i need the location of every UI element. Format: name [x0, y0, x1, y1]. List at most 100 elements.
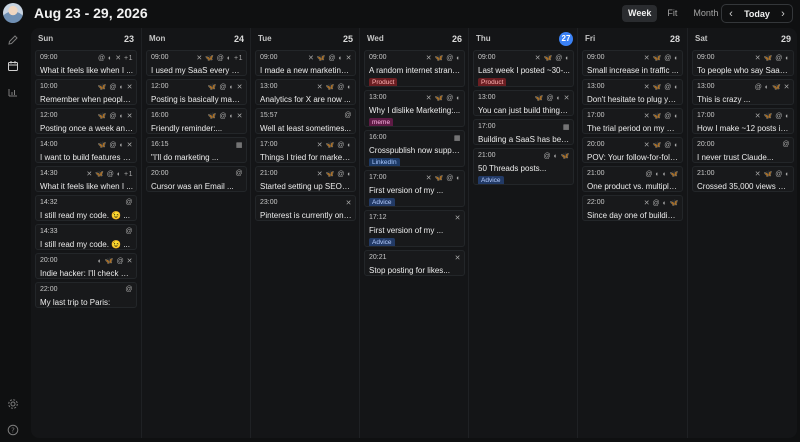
next-week-icon[interactable]: › — [778, 8, 788, 20]
prev-week-icon[interactable]: ‹ — [726, 8, 736, 20]
post-preview-text: Crossed 35,000 views on ... — [697, 182, 790, 191]
calendar-icon[interactable] — [7, 60, 19, 72]
week-calendar: Sun 23 09:00 @ ◐ ✕ +1 What it feels like whe… — [31, 28, 797, 438]
platform-icons: ✕ 🦋 @ ◐ — [643, 113, 679, 120]
platform-icons: @ — [125, 199, 133, 206]
post-card[interactable]: 17:00 ▦ Building a SaaS has been ... — [473, 119, 574, 145]
post-card[interactable]: 12:00 🦋 @ ◐ ✕ Posting once a week and ... — [35, 108, 137, 134]
post-card[interactable]: 13:00 🦋 @ ◐ ✕ You can just build things... — [473, 90, 574, 116]
day-name: Sun — [38, 34, 54, 43]
post-card[interactable]: 16:00 ▦ Crosspublish now support... LinkedI… — [364, 130, 465, 167]
post-card[interactable]: 22:00 ✕ @ ◐ 🦋 Since day one of building ..… — [582, 195, 683, 221]
post-card[interactable]: 20:00 ✕ 🦋 @ ◐ POV: Your follow-for-follo..… — [582, 137, 683, 163]
platform-icons: @ — [125, 228, 133, 235]
post-card[interactable]: 14:32 @ I still read my code. 😉 ... — [35, 195, 137, 221]
post-time: 13:00 — [478, 94, 496, 101]
post-preview-text: I made a new marketing ... — [260, 66, 352, 75]
post-card[interactable]: 09:00 @ ◐ ✕ +1 What it feels like when I .… — [35, 50, 137, 76]
post-card[interactable]: 09:00 ✕ 🦋 @ ◐ Last week I posted ~30-... Pr… — [473, 50, 574, 87]
post-preview-text: Crosspublish now support... — [369, 146, 461, 155]
post-card[interactable]: 17:12 ✕ First version of my ... Advice — [364, 210, 465, 247]
post-card[interactable]: 09:00 ✕ 🦋 @ ◐ To people who say SaaS is... — [692, 50, 794, 76]
post-preview-text: I never trust Claude... — [697, 153, 774, 162]
settings-icon[interactable] — [7, 398, 19, 410]
post-preview-text: The trial period on my SaaS... — [587, 124, 679, 133]
post-card[interactable]: 09:00 ✕ 🦋 @ ◐ ✕ I made a new marketing ... — [255, 50, 356, 76]
post-tag: Advice — [369, 238, 395, 246]
post-card[interactable]: 20:00 @ Cursor was an Email ... — [146, 166, 247, 192]
day-name: Sat — [695, 34, 708, 43]
analytics-icon[interactable] — [7, 86, 19, 98]
post-time: 14:33 — [40, 228, 58, 235]
day-header: Mon 24 — [142, 34, 250, 46]
post-card[interactable]: 14:00 🦋 @ ◐ ✕ I want to build features all… — [35, 137, 137, 163]
post-card[interactable]: 22:00 @ My last trip to Paris: — [35, 282, 137, 308]
post-time: 09:00 — [478, 54, 496, 61]
post-card[interactable]: 16:00 🦋 @ ◐ ✕ Friendly reminder:... — [146, 108, 247, 134]
post-preview-text: What it feels like when I ... — [40, 182, 133, 191]
post-card[interactable]: 23:00 ✕ Pinterest is currently on ... — [255, 195, 356, 221]
post-card[interactable]: 09:00 ✕ 🦋 @ ◐ Small increase in traffic ..… — [582, 50, 683, 76]
platform-icons: @ ◐ 🦋 — [543, 153, 570, 160]
post-card[interactable]: 14:30 ✕ 🦋 @ ◐ +1 What it feels like when I… — [35, 166, 137, 192]
post-card[interactable]: 20:00 @ I never trust Claude... — [692, 137, 794, 163]
platform-icons: ✕ 🦋 @ ◐ — [643, 142, 679, 149]
edit-icon[interactable] — [7, 34, 19, 46]
day-column-wed: Wed 26 09:00 ✕ 🦋 @ ◐ A random internet stran… — [359, 28, 468, 438]
post-card[interactable]: 17:00 ✕ 🦋 @ ◐ First version of my ... Advic… — [364, 170, 465, 207]
post-card[interactable]: 20:21 ✕ Stop posting for likes... — [364, 250, 465, 276]
post-card[interactable]: 13:00 @ ◐ 🦋 ✕ This is crazy ... — [692, 79, 794, 105]
post-card[interactable]: 13:00 ✕ 🦋 @ ◐ Don't hesitate to plug your.… — [582, 79, 683, 105]
post-card[interactable]: 15:57 @ Well at least sometimes... — [255, 108, 356, 134]
post-card[interactable]: 13:00 ✕ 🦋 @ ◐ Why I dislike Marketing:... m… — [364, 90, 465, 127]
post-card[interactable]: 09:00 ✕ 🦋 @ ◐ A random internet strange...… — [364, 50, 465, 87]
post-time: 09:00 — [369, 54, 387, 61]
post-card[interactable]: 12:00 🦋 @ ◐ ✕ Posting is basically makin..… — [146, 79, 247, 105]
post-card[interactable]: 17:00 ✕ 🦋 @ ◐ The trial period on my SaaS.… — [582, 108, 683, 134]
post-time: 09:00 — [587, 54, 605, 61]
view-month-button[interactable]: Month — [687, 5, 724, 22]
post-time: 21:00 — [260, 170, 278, 177]
post-card[interactable]: 20:00 ◐ 🦋 @ ✕ Indie hacker: I'll check wit… — [35, 253, 137, 279]
day-number: 28 — [669, 34, 680, 44]
post-preview-text: First version of my ... — [369, 226, 444, 235]
platform-icons: @ — [235, 170, 243, 177]
platform-icons: @ — [125, 286, 133, 293]
post-card[interactable]: 09:00 ✕ 🦋 @ ◐ +1 I used my SaaS every day … — [146, 50, 247, 76]
post-card[interactable]: 21:00 ✕ 🦋 @ ◐ Crossed 35,000 views on ... — [692, 166, 794, 192]
day-column-sun: Sun 23 09:00 @ ◐ ✕ +1 What it feels like whe… — [31, 28, 140, 438]
post-time: 13:00 — [587, 83, 605, 90]
post-card[interactable]: 14:33 @ I still read my code. 😉 ... — [35, 224, 137, 250]
day-column-thu: Thu 27 09:00 ✕ 🦋 @ ◐ Last week I posted ~30-… — [468, 28, 577, 438]
post-time: 14:00 — [40, 141, 58, 148]
avatar[interactable] — [3, 3, 23, 23]
platform-icons: ✕ 🦋 @ ◐ +1 — [196, 55, 243, 62]
post-time: 21:00 — [697, 170, 715, 177]
post-card[interactable]: 21:00 @ ◐ ◐ 🦋 One product vs. multiple, ..… — [582, 166, 683, 192]
platform-icons: ✕ 🦋 @ ◐ — [643, 55, 679, 62]
post-time: 21:00 — [587, 170, 605, 177]
post-card[interactable]: 10:00 🦋 @ ◐ ✕ Remember when people ... — [35, 79, 137, 105]
platform-icons: ✕ 🦋 @ ◐ — [316, 84, 352, 91]
post-card[interactable]: 21:00 @ ◐ 🦋 50 Threads posts... Advice — [473, 148, 574, 185]
platform-icons: ▦ — [235, 142, 243, 149]
help-icon[interactable]: ? — [7, 424, 19, 436]
view-fit-button[interactable]: Fit — [661, 5, 683, 22]
day-column-tue: Tue 25 09:00 ✕ 🦋 @ ◐ ✕ I made a new marketin… — [250, 28, 359, 438]
post-time: 23:00 — [260, 199, 278, 206]
post-time: 17:00 — [260, 141, 278, 148]
post-time: 15:57 — [260, 112, 278, 119]
post-time: 14:30 — [40, 170, 58, 177]
platform-icons: 🦋 @ ◐ ✕ — [207, 84, 243, 91]
post-card[interactable]: 16:15 ▦ "I'll do marketing ... — [146, 137, 247, 163]
post-card[interactable]: 17:00 ✕ 🦋 @ ◐ Things I tried for marketin.… — [255, 137, 356, 163]
today-button[interactable]: Today — [744, 9, 770, 19]
view-week-button[interactable]: Week — [622, 5, 658, 22]
post-time: 20:21 — [369, 254, 387, 261]
post-card[interactable]: 13:00 ✕ 🦋 @ ◐ Analytics for X are now ... — [255, 79, 356, 105]
post-time: 09:00 — [697, 54, 715, 61]
platform-icons: ✕ 🦋 @ ◐ — [316, 142, 352, 149]
post-card[interactable]: 17:00 ✕ 🦋 @ ◐ How I make ~12 posts in 1... — [692, 108, 794, 134]
post-card[interactable]: 21:00 ✕ 🦋 @ ◐ Started setting up SEO for..… — [255, 166, 356, 192]
platform-icons: @ ◐ ✕ +1 — [97, 55, 133, 62]
